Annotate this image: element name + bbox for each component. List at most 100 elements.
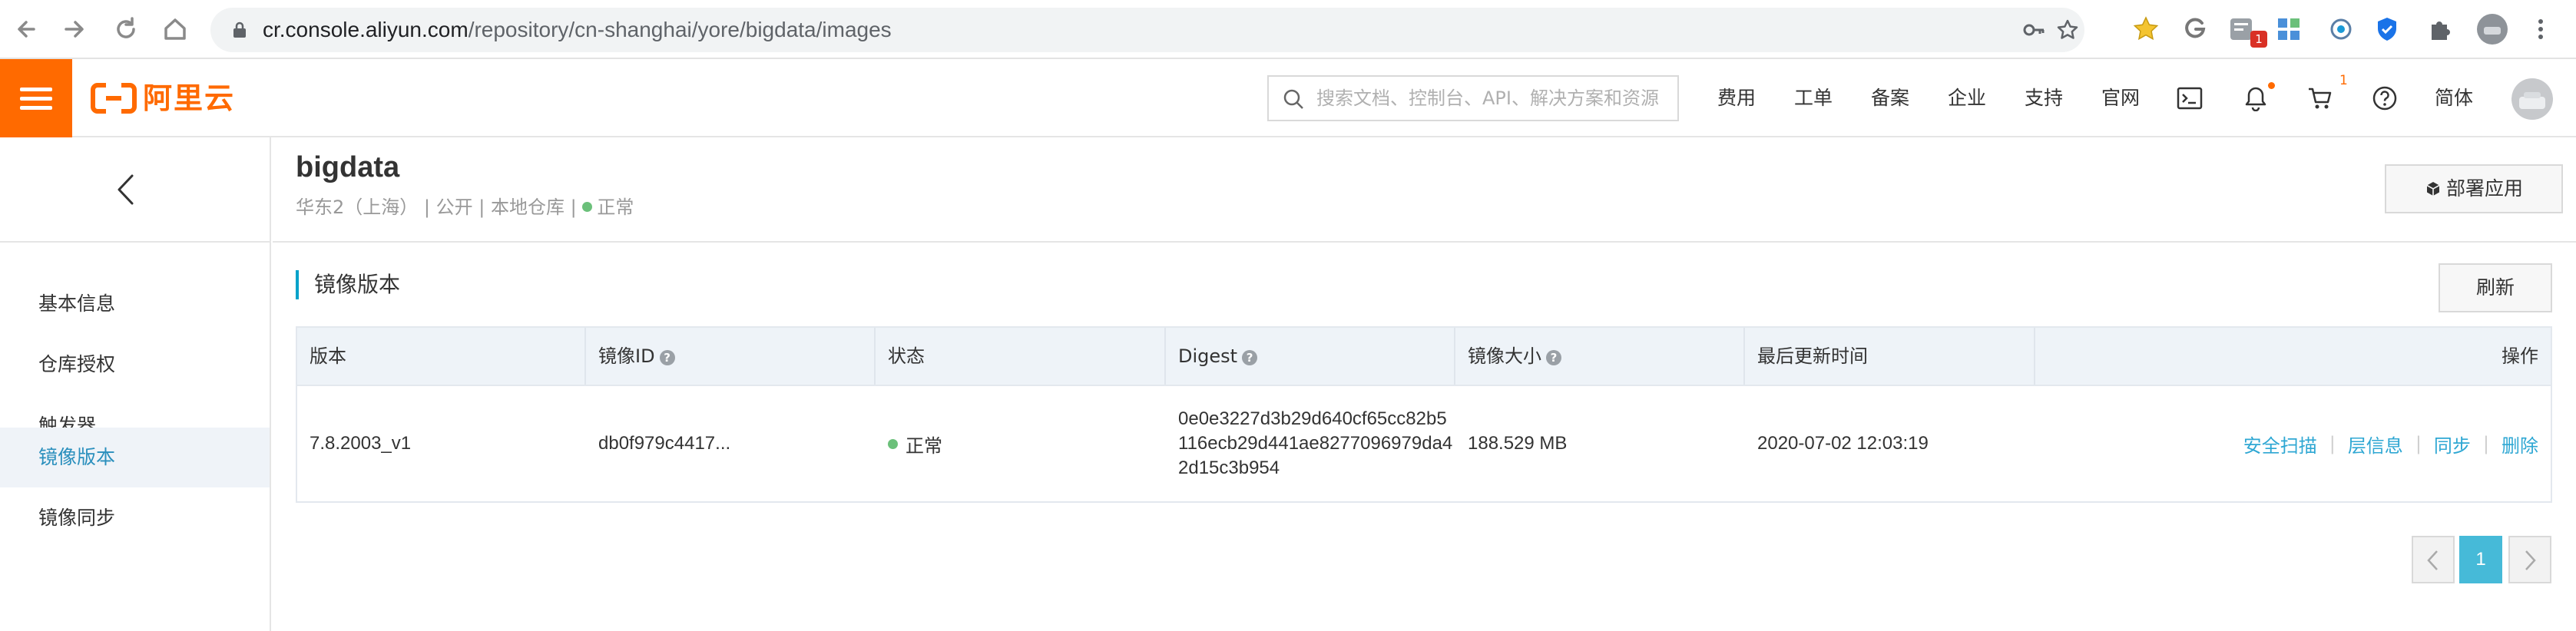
cart-count: 1	[2339, 73, 2348, 88]
menu-bar-icon	[20, 97, 52, 101]
shield-extension-icon[interactable]	[2373, 15, 2401, 43]
action-divider: |	[2482, 433, 2489, 454]
help-icon[interactable]	[2372, 85, 2398, 111]
search-icon	[1283, 89, 1303, 109]
status-dot-icon	[582, 202, 593, 212]
digest-text: 0e0e3227d3b29d640cf65cc82b5116ecb29d441a…	[1178, 408, 1453, 478]
console-topbar: 阿里云 搜索文档、控制台、API、解决方案和资源 费用 工单 备案 企业 支持 …	[0, 59, 2576, 137]
hamburger-menu-button[interactable]	[0, 59, 72, 137]
column-header-version: 版本	[297, 328, 586, 385]
deploy-app-label: 部署应用	[2445, 177, 2523, 200]
repo-status: 正常	[597, 197, 634, 218]
help-icon[interactable]: ?	[1242, 350, 1258, 365]
search-placeholder: 搜索文档、控制台、API、解决方案和资源	[1316, 88, 1659, 109]
chevron-left-icon	[2427, 550, 2438, 570]
reload-icon[interactable]	[109, 12, 143, 46]
address-bar[interactable]: cr.console.aliyun.com/repository/cn-shan…	[210, 8, 2084, 52]
cell-actions: 安全扫描 | 层信息 | 同步 | 删除	[2243, 386, 2538, 501]
column-header-actions: 操作	[2502, 345, 2538, 367]
delete-link[interactable]: 删除	[2502, 431, 2538, 458]
back-arrow-icon[interactable]	[11, 12, 45, 46]
repo-sidebar: 基本信息 仓库授权 触发器 镜像版本 镜像同步	[0, 137, 271, 631]
sync-link[interactable]: 同步	[2434, 431, 2471, 458]
deploy-app-button[interactable]: 部署应用	[2385, 164, 2563, 213]
notification-bell-icon[interactable]	[2243, 85, 2269, 111]
status-dot-icon	[888, 438, 898, 449]
url-text: cr.console.aliyun.com/repository/cn-shan…	[263, 18, 892, 41]
meta-divider: |	[423, 197, 436, 218]
refresh-button[interactable]: 刷新	[2439, 263, 2552, 312]
action-divider: |	[2415, 433, 2422, 454]
security-scan-link[interactable]: 安全扫描	[2243, 431, 2317, 458]
extension-badge: 1	[2250, 31, 2267, 48]
target-extension-icon[interactable]	[2327, 15, 2355, 43]
help-icon[interactable]: ?	[659, 350, 675, 365]
cell-updated: 2020-07-02 12:03:19	[1757, 433, 1929, 454]
cell-version: 7.8.2003_v1	[310, 433, 412, 454]
sidebar-item-basic-info[interactable]: 基本信息	[0, 274, 270, 334]
page-title: bigdata	[296, 151, 400, 183]
repo-meta: 华东2（上海） | 公开 | 本地仓库 | 正常	[296, 194, 634, 220]
avatar-icon	[2519, 92, 2545, 109]
table-row: 7.8.2003_v1 db0f979c4417... 正常 0e0e3227d…	[297, 386, 2551, 501]
cell-digest: 0e0e3227d3b29d640cf65cc82b5116ecb29d441a…	[1166, 386, 1455, 501]
sidebar-item-image-versions[interactable]: 镜像版本	[0, 428, 270, 487]
column-header-size: 镜像大小?	[1455, 328, 1745, 385]
layer-info-link[interactable]: 层信息	[2348, 431, 2403, 458]
key-icon[interactable]	[2021, 18, 2046, 42]
home-icon[interactable]	[158, 12, 192, 46]
user-avatar[interactable]	[2511, 78, 2553, 120]
nav-icp[interactable]: 备案	[1871, 59, 1909, 137]
nav-billing[interactable]: 费用	[1717, 59, 1756, 137]
nav-official-site[interactable]: 官网	[2101, 59, 2140, 137]
chevron-right-icon	[2525, 550, 2536, 570]
page-button-current[interactable]: 1	[2459, 536, 2502, 583]
cube-icon	[2426, 182, 2440, 196]
meta-divider: |	[478, 197, 491, 218]
help-icon[interactable]: ?	[1546, 350, 1561, 365]
action-divider: |	[2329, 433, 2336, 454]
notification-dot	[2268, 82, 2275, 89]
terminal-icon[interactable]	[2177, 85, 2203, 111]
language-switch[interactable]: 简体	[2435, 59, 2473, 137]
cart-icon[interactable]	[2307, 85, 2333, 111]
column-header-updated: 最后更新时间	[1745, 328, 2035, 385]
puzzle-extensions-icon[interactable]	[2427, 15, 2455, 43]
table-header: 版本 镜像ID? 状态 Digest? 镜像大小? 最后更新时间 操作	[297, 328, 2551, 386]
repo-type: 本地仓库	[491, 197, 565, 218]
apps-extension-icon[interactable]	[2275, 15, 2303, 43]
image-versions-table: 版本 镜像ID? 状态 Digest? 镜像大小? 最后更新时间 操作 7.8.…	[296, 326, 2552, 503]
nav-enterprise[interactable]: 企业	[1948, 59, 1986, 137]
next-page-button[interactable]	[2508, 536, 2551, 583]
nav-support[interactable]: 支持	[2025, 59, 2063, 137]
sidebar-item-repo-auth[interactable]: 仓库授权	[0, 335, 270, 395]
sidebar-item-image-sync[interactable]: 镜像同步	[0, 488, 270, 548]
prev-page-button[interactable]	[2412, 536, 2455, 583]
cell-image-id: db0f979c4417...	[598, 433, 731, 454]
cell-status: 正常	[876, 386, 942, 501]
logo-text: 阿里云	[143, 81, 236, 115]
lock-icon	[233, 21, 246, 38]
back-button[interactable]	[0, 137, 270, 243]
column-header-digest: Digest?	[1166, 328, 1455, 385]
section-title: 镜像版本	[296, 270, 400, 299]
console-search-input[interactable]: 搜索文档、控制台、API、解决方案和资源	[1267, 75, 1679, 121]
chevron-left-icon	[118, 174, 134, 205]
more-menu-icon[interactable]	[2527, 15, 2554, 43]
repo-region: 华东2（上海）	[296, 197, 419, 218]
star-extension-icon[interactable]	[2132, 15, 2160, 43]
aliyun-logo-icon	[91, 83, 137, 114]
profile-avatar-icon[interactable]	[2476, 13, 2508, 45]
menu-bar-icon	[20, 106, 52, 110]
repo-header: bigdata 华东2（上海） | 公开 | 本地仓库 | 正常 部署应用	[273, 137, 2576, 243]
column-header-image-id: 镜像ID?	[586, 328, 876, 385]
cell-size: 188.529 MB	[1468, 433, 1568, 454]
bookmark-star-icon[interactable]	[2055, 18, 2080, 42]
nav-tickets[interactable]: 工单	[1794, 59, 1833, 137]
grammarly-extension-icon[interactable]	[2181, 15, 2209, 43]
browser-toolbar: cr.console.aliyun.com/repository/cn-shan…	[0, 0, 2576, 59]
menu-bar-icon	[20, 88, 52, 91]
repo-visibility: 公开	[435, 197, 473, 218]
meta-divider: |	[570, 197, 583, 218]
forward-arrow-icon[interactable]	[57, 12, 91, 46]
